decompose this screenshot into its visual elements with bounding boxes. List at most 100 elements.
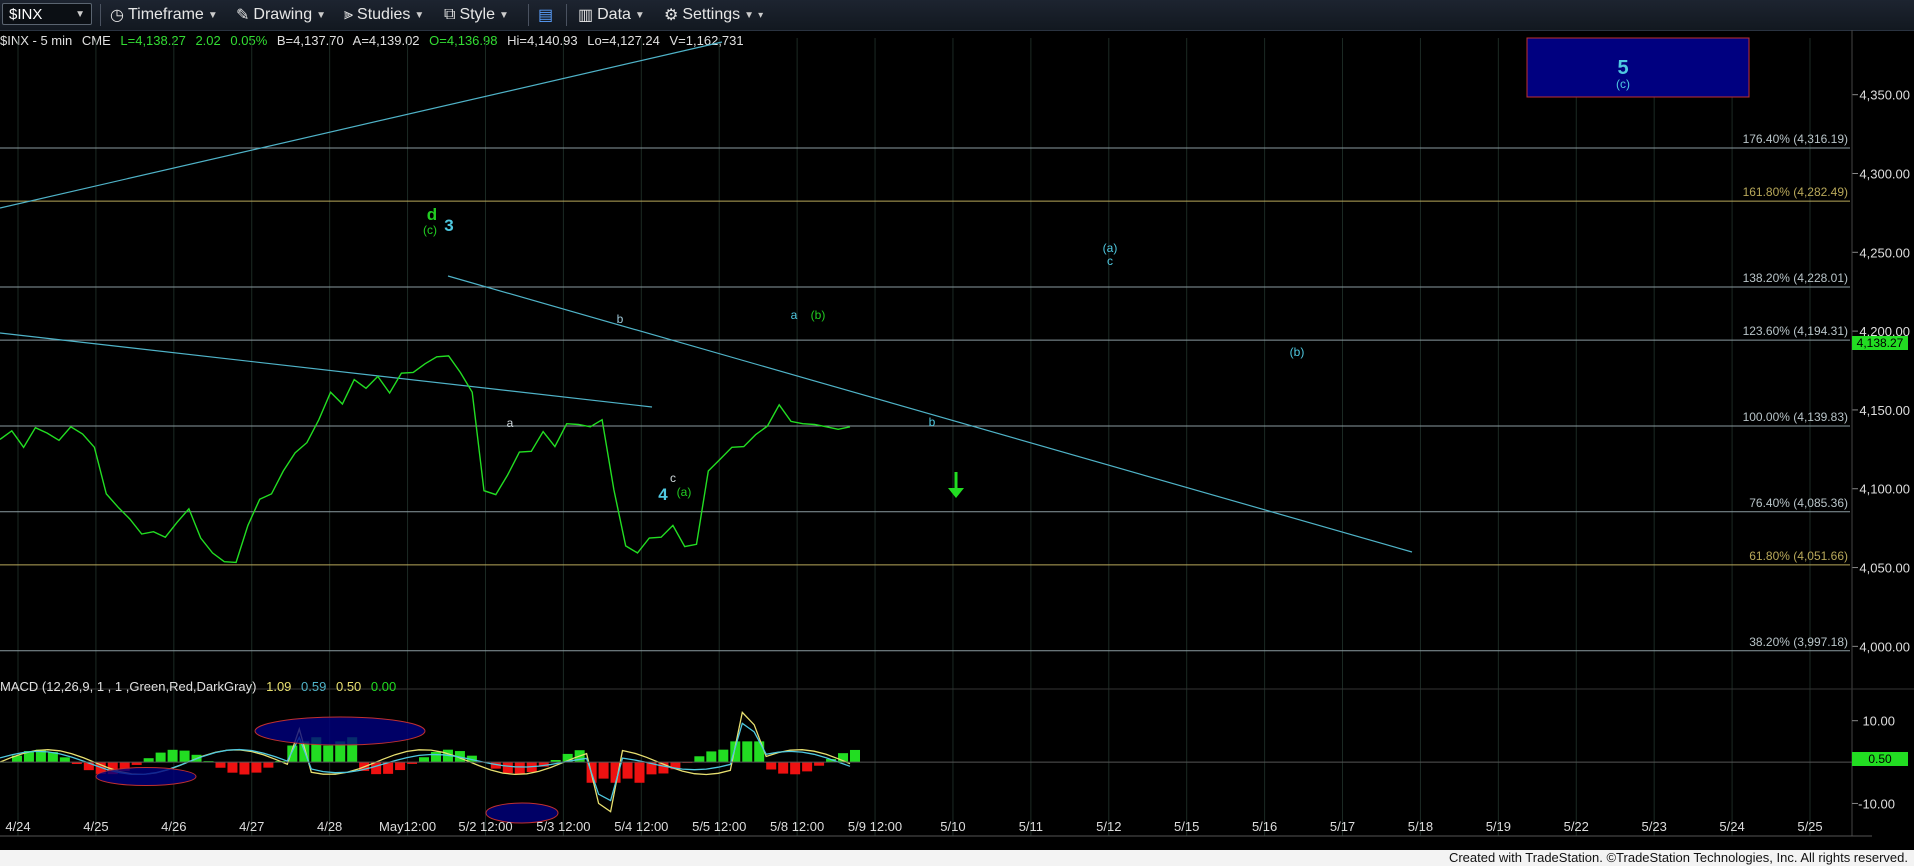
time-tick-label: 5/10: [940, 819, 965, 834]
time-tick-label: 5/17: [1330, 819, 1355, 834]
wave-label: a: [791, 308, 798, 322]
price-tick-label: 4,350.00: [1859, 88, 1910, 103]
drawing-button[interactable]: ✎ Drawing ▼: [236, 4, 326, 26]
wave-label: (c): [423, 223, 437, 237]
chevron-down-icon: ▼: [414, 9, 425, 21]
price-series-line: [0, 355, 851, 564]
time-tick-label: 5/15: [1174, 819, 1199, 834]
macd-histogram-bar: [155, 752, 166, 763]
fib-level-label: 38.20% (3,997.18): [1749, 635, 1848, 649]
settings-button[interactable]: ⚙ Settings ▼ ▾: [664, 4, 763, 26]
time-tick-label: 5/12: [1096, 819, 1121, 834]
fib-level-label: 100.00% (4,139.83): [1743, 410, 1848, 424]
time-tick-label: May12:00: [379, 819, 436, 834]
price-chart[interactable]: 176.40% (4,316.19) 161.80% (4,282.49) 138.…: [0, 30, 1914, 850]
studies-button[interactable]: ⫸ Studies ▼: [344, 4, 424, 26]
toolbar-divider: [566, 4, 567, 26]
macd-histogram-bar: [790, 762, 801, 775]
macd-histogram-bar: [143, 758, 154, 763]
macd-histogram-bar: [802, 762, 813, 772]
fib-level-label: 76.40% (4,085.36): [1749, 496, 1848, 510]
price-tick-label: 4,250.00: [1859, 245, 1910, 260]
fibonacci-levels: 176.40% (4,316.19) 161.80% (4,282.49) 138.…: [0, 132, 1850, 652]
macd-histogram-bar: [502, 762, 513, 774]
macd-value: 1.09: [266, 679, 292, 694]
layout-icon[interactable]: ▤: [538, 4, 553, 26]
time-tick-label: 5/23: [1642, 819, 1667, 834]
time-tick-label: 5/9 12:00: [848, 819, 902, 834]
price-tick-label: 4,100.00: [1859, 482, 1910, 497]
wave-label: d: [427, 205, 437, 224]
wave-label: (a): [677, 485, 692, 499]
wave-labels: d(c) 3abc4 (a)a (b)b(a)c(b)5(c): [423, 57, 1630, 504]
time-tick-label: 4/25: [83, 819, 108, 834]
footer: Created with TradeStation. ©TradeStation…: [0, 850, 1914, 866]
macd-histogram-bar: [778, 762, 789, 774]
time-tick-label: 4/26: [161, 819, 186, 834]
macd-info-bar: MACD (12,26,9, 1 , 1 ,Green,Red,DarkGray…: [0, 679, 402, 694]
wave-label: (a): [1103, 241, 1118, 255]
macd-histogram-bar: [215, 762, 226, 768]
time-tick-label: 5/22: [1564, 819, 1589, 834]
macd-histogram-bar: [59, 757, 70, 763]
last-price-tag-label: 4,138.27: [1857, 336, 1904, 350]
macd-histogram-bar: [814, 762, 825, 766]
chevron-down-icon: ▼: [316, 9, 326, 21]
wave-label: c: [1107, 254, 1113, 268]
settings-label: Settings: [682, 6, 741, 23]
style-button[interactable]: ⧉ Style ▼: [444, 4, 509, 26]
divergence-ellipse: [95, 767, 197, 787]
wave-label: 5: [1617, 57, 1628, 79]
price-tick-label: 4,050.00: [1859, 561, 1910, 576]
macd-histogram-bar: [598, 762, 609, 779]
time-tick-label: 5/8 12:00: [770, 819, 824, 834]
fib-level-label: 161.80% (4,282.49): [1743, 185, 1848, 199]
data-label: Data: [597, 6, 631, 23]
macd-histogram-bar: [694, 756, 705, 763]
price-tick-label: 4,150.00: [1859, 403, 1910, 418]
macd-histogram-bar: [179, 750, 190, 763]
macd-histogram-bar: [718, 749, 729, 763]
symbol-input[interactable]: $INX ▼: [2, 3, 92, 25]
time-tick-label: 5/19: [1486, 819, 1511, 834]
macd-histogram-bar: [395, 762, 406, 771]
time-tick-label: 5/24: [1719, 819, 1744, 834]
time-tick-label: 5/16: [1252, 819, 1277, 834]
vertical-gridlines: [17, 38, 1811, 836]
macd-label: MACD (12,26,9, 1 , 1 ,Green,Red,DarkGray…: [0, 679, 257, 694]
time-tick-label: 5/2 12:00: [458, 819, 512, 834]
fib-level-label: 138.20% (4,228.01): [1743, 271, 1848, 285]
timeframe-button[interactable]: ◷ Timeframe ▼: [110, 4, 218, 26]
macd-histogram-bar: [167, 749, 178, 763]
macd-last-tag-label: 0.50: [1868, 752, 1892, 766]
macd-histogram-bar: [706, 751, 717, 763]
bar-chart-icon: ▥: [578, 7, 594, 24]
style-label: Style: [459, 6, 496, 23]
macd-histogram-bar: [634, 762, 645, 783]
time-tick-label: 5/3 12:00: [536, 819, 590, 834]
macd-signal: 0.59: [301, 679, 327, 694]
time-axis: 4/24 4/25 4/26 4/27 4/28 May12:00 5/2 12:00 5/3…: [5, 819, 1822, 834]
studies-icon: ⫸: [344, 6, 354, 23]
chevron-down-icon[interactable]: ▼: [75, 9, 85, 20]
down-arrow-icon: [948, 472, 964, 498]
style-icon: ⧉: [444, 6, 456, 23]
wave-label: c: [670, 471, 676, 485]
price-tick-label: 4,000.00: [1859, 639, 1910, 654]
time-tick-label: 4/24: [5, 819, 30, 834]
macd-zero: 0.00: [370, 679, 397, 694]
chevron-down-icon: ▼: [744, 9, 755, 21]
macd-histogram-bar: [419, 757, 430, 763]
data-button[interactable]: ▥ Data ▼: [578, 4, 645, 26]
gear-icon: ⚙: [664, 7, 679, 24]
lower-wedge-trendline: [0, 332, 653, 408]
time-tick-label: 5/25: [1797, 819, 1822, 834]
toolbar: $INX ▼ ◷ Timeframe ▼ ✎ Drawing ▼ ⫸ Studi…: [0, 0, 1914, 31]
wave-label: (c): [1616, 77, 1630, 91]
time-tick-label: 4/27: [239, 819, 264, 834]
drawing-label: Drawing: [253, 6, 313, 23]
toolbar-divider: [100, 4, 101, 26]
wave-label: (b): [811, 308, 826, 322]
macd-histogram-bar: [239, 762, 250, 775]
upper-channel-trendline: [0, 41, 723, 209]
